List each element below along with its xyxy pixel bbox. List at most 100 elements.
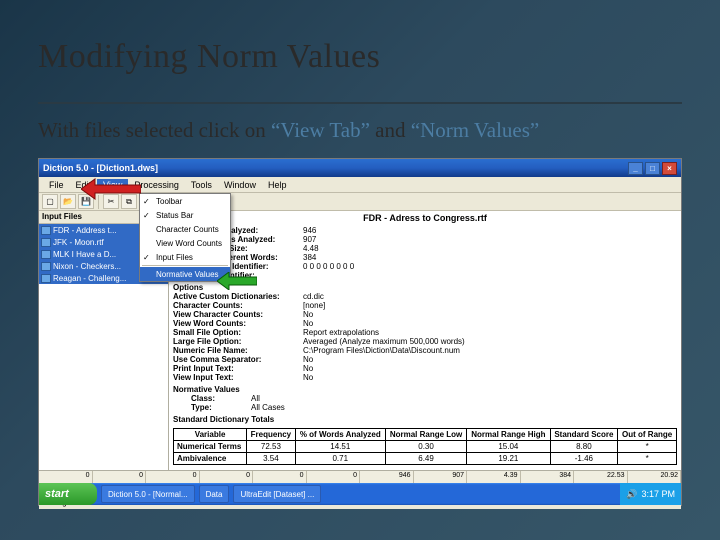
option-key: View Input Text: — [173, 373, 303, 382]
grid-cell: 20.92 — [628, 471, 682, 483]
option-key: View Word Counts: — [173, 319, 303, 328]
option-key: Small File Option: — [173, 328, 303, 337]
option-value: Averaged (Analyze maximum 500,000 words) — [303, 337, 465, 346]
table-cell: 8.80 — [550, 441, 618, 453]
dd-inputfiles[interactable]: ✓Input Files — [140, 250, 230, 264]
dd-statusbar[interactable]: ✓Status Bar — [140, 208, 230, 222]
table-cell: Ambivalence — [174, 453, 247, 465]
file-name: MLK I Have a D... — [53, 250, 116, 259]
grid-cell: 4.39 — [467, 471, 521, 483]
start-button[interactable]: start — [39, 483, 97, 505]
file-name: FDR - Address t... — [53, 226, 117, 235]
dd-toolbar[interactable]: ✓Toolbar — [140, 194, 230, 208]
subtitle-text-2: and — [370, 118, 411, 142]
grid-cell: 0 — [146, 471, 200, 483]
meta-row: Total Characters Analyzed:907 — [173, 235, 677, 244]
table-cell: 15.04 — [467, 441, 550, 453]
norm-heading: Normative Values — [173, 385, 677, 394]
table-header: Normal Range High — [467, 429, 550, 441]
option-row: Use Comma Separator:No — [173, 355, 677, 364]
table-cell: 0.30 — [385, 441, 466, 453]
slide: Modifying Norm Values With files selecte… — [0, 0, 720, 540]
menu-tools[interactable]: Tools — [185, 179, 218, 191]
maximize-button[interactable]: □ — [645, 162, 660, 175]
grid-cell: 0 — [200, 471, 254, 483]
green-arrow-icon — [217, 272, 257, 290]
option-value: Report extrapolations — [303, 328, 379, 337]
minimize-button[interactable]: _ — [628, 162, 643, 175]
content-title: FDR - Adress to Congress.rtf — [173, 213, 677, 223]
option-key: Active Custom Dictionaries: — [173, 292, 303, 301]
meta-value: 0 0 0 0 0 0 0 0 — [303, 262, 354, 271]
norm-value: All Cases — [251, 403, 285, 412]
option-row: Large File Option:Averaged (Analyze maxi… — [173, 337, 677, 346]
dd-label: Input Files — [156, 253, 193, 262]
window-title: Diction 5.0 - [Diction1.dws] — [43, 163, 158, 173]
new-icon[interactable]: ▢ — [42, 194, 58, 209]
slide-title: Modifying Norm Values — [38, 38, 682, 76]
tray-icon[interactable]: 🔊 — [626, 489, 637, 500]
table-cell: -1.46 — [550, 453, 618, 465]
system-tray[interactable]: 🔊 3:17 PM — [620, 483, 681, 505]
table-cell: * — [618, 453, 677, 465]
file-icon — [41, 238, 51, 247]
taskbar-item[interactable]: Diction 5.0 - [Normal... — [101, 485, 195, 503]
option-row: Numeric File Name:C:\Program Files\Dicti… — [173, 346, 677, 355]
dd-label: Normative Values — [156, 270, 219, 279]
dictionary-table: VariableFrequency% of Words AnalyzedNorm… — [173, 428, 677, 465]
file-icon — [41, 262, 51, 271]
option-row: Active Custom Dictionaries:cd.dic — [173, 292, 677, 301]
option-key: Numeric File Name: — [173, 346, 303, 355]
taskbar-item[interactable]: UltraEdit [Dataset] ... — [233, 485, 321, 503]
table-cell: 14.51 — [295, 441, 385, 453]
table-row: Numerical Terms72.5314.510.3015.048.80* — [174, 441, 677, 453]
file-icon — [41, 226, 51, 235]
dd-charcounts[interactable]: Character Counts — [140, 222, 230, 236]
option-value: No — [303, 373, 313, 382]
table-cell: 19.21 — [467, 453, 550, 465]
file-icon — [41, 250, 51, 259]
file-name: Nixon - Checkers... — [53, 262, 121, 271]
taskbar: start Diction 5.0 - [Normal... Data Ultr… — [39, 483, 681, 505]
view-dropdown: ✓Toolbar ✓Status Bar Character Counts Vi… — [139, 193, 231, 282]
option-value: No — [303, 364, 313, 373]
close-button[interactable]: × — [662, 162, 677, 175]
option-value: No — [303, 355, 313, 364]
dd-label: Status Bar — [156, 211, 193, 220]
table-header: Variable — [174, 429, 247, 441]
workspace: Input Files FDR - Address t... JFK - Moo… — [39, 211, 681, 470]
norm-value: All — [251, 394, 260, 403]
red-arrow-icon — [81, 177, 141, 201]
option-row: Print Input Text:No — [173, 364, 677, 373]
dd-separator — [142, 265, 228, 266]
option-key: View Character Counts: — [173, 310, 303, 319]
meta-value: 946 — [303, 226, 316, 235]
grid-cell: 946 — [360, 471, 414, 483]
option-value: [none] — [303, 301, 325, 310]
grid-cell: 907 — [414, 471, 468, 483]
taskbar-label: UltraEdit [Dataset] ... — [240, 490, 314, 499]
menu-window[interactable]: Window — [218, 179, 262, 191]
meta-value: 4.48 — [303, 244, 319, 253]
grid-cell: 0 — [39, 471, 93, 483]
meta-row: Total Words Analyzed:946 — [173, 226, 677, 235]
open-icon[interactable]: 📂 — [60, 194, 76, 209]
table-row: Ambivalence3.540.716.4919.21-1.46* — [174, 453, 677, 465]
table-cell: 6.49 — [385, 453, 466, 465]
slide-subtitle: With files selected click on “View Tab” … — [38, 118, 682, 143]
menu-file[interactable]: File — [43, 179, 70, 191]
menu-help[interactable]: Help — [262, 179, 293, 191]
app-window: Diction 5.0 - [Diction1.dws] _ □ × File … — [38, 158, 682, 506]
taskbar-item[interactable]: Data — [199, 485, 230, 503]
option-key: Use Comma Separator: — [173, 355, 303, 364]
dd-wordcounts[interactable]: View Word Counts — [140, 236, 230, 250]
table-cell: Numerical Terms — [174, 441, 247, 453]
table-cell: 72.53 — [247, 441, 296, 453]
titlebar[interactable]: Diction 5.0 - [Diction1.dws] _ □ × — [39, 159, 681, 177]
option-row: Character Counts:[none] — [173, 301, 677, 310]
table-cell: 0.71 — [295, 453, 385, 465]
option-row: View Character Counts:No — [173, 310, 677, 319]
norm-row: Class:All — [191, 394, 677, 403]
meta-value: 907 — [303, 235, 316, 244]
meta-row: Number of Different Words:384 — [173, 253, 677, 262]
